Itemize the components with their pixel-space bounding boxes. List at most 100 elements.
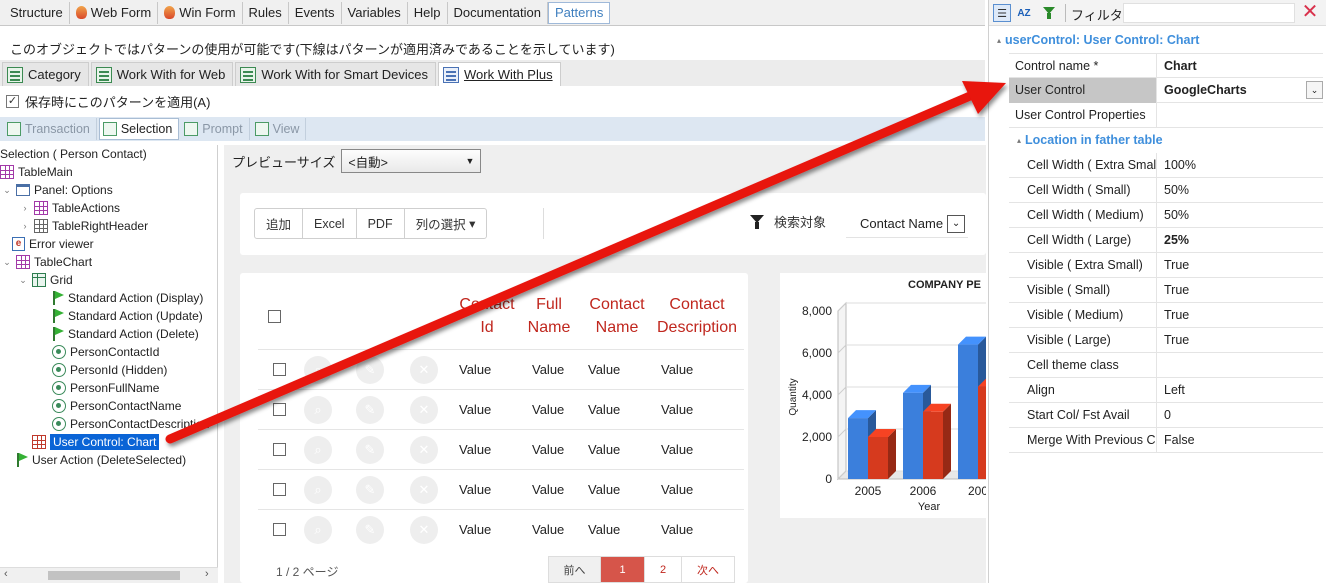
close-icon[interactable]: ✕ — [1299, 2, 1321, 24]
table-row[interactable]: ⌕ ✎ ✕ Value Value Value Value — [258, 469, 744, 509]
chevron-down-icon[interactable]: ⌄ — [947, 214, 966, 233]
collapse-icon[interactable]: ▴ — [997, 36, 1001, 45]
tab-documentation[interactable]: Documentation — [448, 1, 548, 24]
search-icon[interactable]: ⌕ — [304, 476, 332, 504]
preview-size-select[interactable]: <自動> ▼ — [341, 149, 482, 173]
property-value[interactable]: GoogleCharts — [1159, 78, 1323, 103]
property-row[interactable]: Align Left — [1009, 378, 1323, 403]
property-value[interactable] — [1159, 103, 1323, 128]
pencil-icon[interactable]: ✎ — [356, 516, 384, 544]
property-value[interactable] — [1159, 353, 1323, 378]
column-header-contact-description[interactable]: Contact Description — [652, 293, 742, 339]
tab-variables[interactable]: Variables — [342, 1, 408, 24]
close-icon[interactable]: ✕ — [410, 516, 438, 544]
filter-input[interactable] — [1123, 3, 1295, 23]
add-button[interactable]: 追加 — [255, 209, 304, 238]
pattern-tab-work-with-web[interactable]: Work With for Web — [90, 62, 234, 86]
search-icon[interactable]: ⌕ — [304, 356, 332, 384]
scroll-right-icon[interactable]: › — [205, 568, 209, 580]
row-checkbox[interactable] — [273, 523, 286, 536]
tree-node-grid[interactable]: ⌄ Grid — [18, 271, 73, 289]
table-row[interactable]: ⌕ ✎ ✕ Value Value Value Value — [258, 509, 744, 549]
sub-tab-selection[interactable]: Selection — [98, 118, 180, 140]
tab-patterns[interactable]: Patterns — [547, 1, 611, 24]
search-icon[interactable]: ⌕ — [304, 436, 332, 464]
close-icon[interactable]: ✕ — [410, 396, 438, 424]
filter-icon[interactable] — [1041, 4, 1059, 22]
properties-subcategory-header[interactable]: ▴ Location in father table — [1009, 128, 1323, 152]
sub-tab-view[interactable]: View — [252, 118, 307, 140]
az-sort-icon[interactable]: AZ — [1015, 4, 1033, 22]
excel-button[interactable]: Excel — [303, 209, 357, 238]
property-row[interactable]: Visible ( Large) True — [1009, 328, 1323, 353]
sub-tab-prompt[interactable]: Prompt — [181, 118, 250, 140]
pencil-icon[interactable]: ✎ — [356, 396, 384, 424]
tree-node-user-action[interactable]: User Action (DeleteSelected) — [16, 451, 186, 469]
sub-tab-transaction[interactable]: Transaction — [4, 118, 97, 140]
properties-category-header[interactable]: ▴ userControl: User Control: Chart — [989, 28, 1323, 52]
column-header-contact-id[interactable]: Contact Id — [444, 293, 530, 339]
tree-node-user-control-chart[interactable]: User Control: Chart — [32, 433, 160, 451]
tree-node-tableactions[interactable]: › TableActions — [20, 199, 120, 217]
collapse-toggle-icon[interactable]: ⌄ — [2, 257, 12, 268]
tree-horizontal-scrollbar[interactable]: ‹ › — [0, 567, 218, 583]
prev-page-button[interactable]: 前へ — [549, 557, 601, 582]
category-sort-icon[interactable]: ☰ — [993, 4, 1011, 22]
tree-node-error-viewer[interactable]: e Error viewer — [12, 235, 94, 253]
property-row-user-control[interactable]: User Control GoogleCharts ⌄ — [1009, 78, 1323, 103]
select-all-checkbox[interactable] — [268, 310, 281, 323]
property-row[interactable]: Start Col/ Fst Avail 0 — [1009, 403, 1323, 428]
close-icon[interactable]: ✕ — [410, 436, 438, 464]
property-value[interactable]: Left — [1159, 378, 1323, 403]
tree-node-root[interactable]: Selection ( Person Contact) — [0, 145, 147, 163]
pdf-button[interactable]: PDF — [357, 209, 405, 238]
row-checkbox[interactable] — [273, 483, 286, 496]
tree-node-attribute[interactable]: PersonId (Hidden) — [52, 361, 167, 379]
next-page-button[interactable]: 次へ — [682, 557, 734, 582]
tree-node-attribute[interactable]: PersonFullName — [52, 379, 159, 397]
property-row[interactable]: Cell theme class — [1009, 353, 1323, 378]
pattern-tab-work-with-smart-devices[interactable]: Work With for Smart Devices — [235, 62, 436, 86]
filter-icon[interactable] — [750, 214, 766, 229]
property-value[interactable]: 50% — [1159, 203, 1323, 228]
property-value[interactable]: True — [1159, 278, 1323, 303]
table-row[interactable]: ⌕ ✎ ✕ Value Value Value Value — [258, 349, 744, 389]
tree-node-action-display[interactable]: Standard Action (Display) — [52, 289, 203, 307]
tree-node-attribute[interactable]: PersonContactDescription — [52, 415, 209, 433]
property-value[interactable]: Chart — [1159, 54, 1323, 79]
table-row[interactable]: ⌕ ✎ ✕ Value Value Value Value — [258, 389, 744, 429]
property-value[interactable]: True — [1159, 253, 1323, 278]
page-button-2[interactable]: 2 — [645, 557, 682, 582]
row-checkbox[interactable] — [273, 403, 286, 416]
row-checkbox[interactable] — [273, 363, 286, 376]
property-value[interactable]: 25% — [1159, 228, 1323, 253]
tree-node-tablerightheader[interactable]: › TableRightHeader — [20, 217, 148, 235]
column-header-full-name[interactable]: Full Name — [522, 293, 576, 339]
property-row[interactable]: Cell Width ( Extra Small) 100% — [1009, 153, 1323, 178]
tab-events[interactable]: Events — [289, 1, 342, 24]
pencil-icon[interactable]: ✎ — [356, 436, 384, 464]
pencil-icon[interactable]: ✎ — [356, 476, 384, 504]
tree-node-tablemain[interactable]: TableMain — [0, 163, 73, 181]
collapse-icon[interactable]: ▴ — [1017, 136, 1021, 145]
collapse-toggle-icon[interactable]: ⌄ — [2, 185, 12, 196]
property-value[interactable]: False — [1159, 428, 1323, 453]
tree-node-attribute[interactable]: PersonContactId — [52, 343, 159, 361]
search-icon[interactable]: ⌕ — [304, 396, 332, 424]
page-button-1[interactable]: 1 — [601, 557, 645, 582]
property-row-control-name[interactable]: Control name * Chart — [1009, 53, 1323, 79]
property-value[interactable]: 100% — [1159, 153, 1323, 178]
tree-node-action-update[interactable]: Standard Action (Update) — [52, 307, 203, 325]
property-row-user-control-properties[interactable]: User Control Properties — [1009, 103, 1323, 128]
collapse-toggle-icon[interactable]: ⌄ — [18, 275, 28, 286]
property-value[interactable]: True — [1159, 328, 1323, 353]
property-value[interactable]: True — [1159, 303, 1323, 328]
search-icon[interactable]: ⌕ — [304, 516, 332, 544]
property-value[interactable]: 50% — [1159, 178, 1323, 203]
scroll-left-icon[interactable]: ‹ — [4, 568, 8, 580]
tab-win-form[interactable]: Win Form — [158, 1, 243, 24]
tab-web-form[interactable]: Web Form — [70, 1, 159, 24]
property-row[interactable]: Cell Width ( Large) 25% — [1009, 228, 1323, 253]
property-row[interactable]: Visible ( Small) True — [1009, 278, 1323, 303]
chevron-down-icon[interactable]: ⌄ — [1306, 81, 1323, 99]
